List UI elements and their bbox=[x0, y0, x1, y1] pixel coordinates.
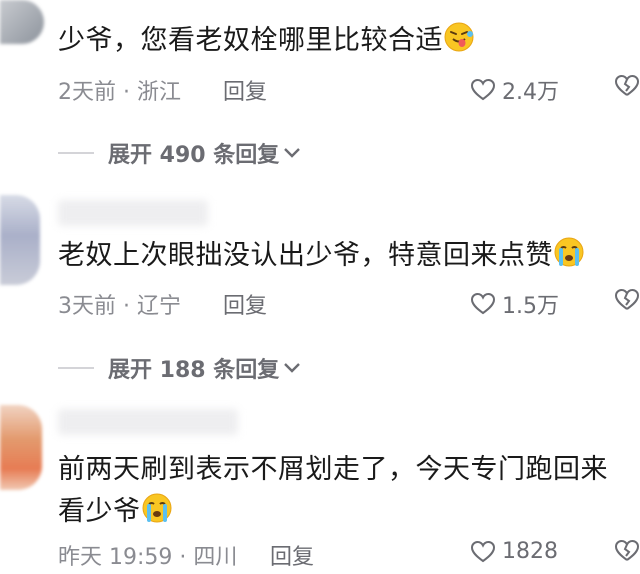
username-blurred[interactable] bbox=[58, 200, 208, 226]
chevron-down-icon bbox=[284, 148, 301, 158]
reply-button[interactable]: 回复 bbox=[223, 288, 267, 320]
heart-icon bbox=[470, 540, 496, 562]
comment-text-content: 老奴上次眼拙没认出少爷，特意回来点赞 bbox=[58, 240, 553, 271]
like-button[interactable]: 2.4万 bbox=[470, 74, 559, 106]
like-button[interactable]: 1828 bbox=[470, 539, 558, 564]
broken-heart-icon bbox=[614, 288, 640, 310]
comment-text: 老奴上次眼拙没认出少爷，特意回来点赞 bbox=[58, 235, 616, 277]
like-count: 1.5万 bbox=[502, 294, 559, 319]
tongue-wink-emoji-icon bbox=[444, 22, 474, 52]
heart-icon bbox=[470, 292, 496, 315]
comment-text: 少爷，您看老奴栓哪里比较合适 bbox=[58, 20, 616, 62]
comment-feed: 少爷，您看老奴栓哪里比较合适 2天前 · 浙江 回复 2.4万 展开 490 条… bbox=[0, 0, 640, 574]
comment-text-content: 看少爷 bbox=[58, 496, 141, 527]
expand-replies-label: 展开 490 条回复 bbox=[108, 143, 280, 168]
divider bbox=[58, 152, 94, 154]
crying-emoji-icon bbox=[554, 237, 584, 267]
reply-button[interactable]: 回复 bbox=[223, 74, 267, 106]
chevron-down-icon bbox=[284, 363, 301, 373]
avatar[interactable] bbox=[0, 195, 40, 285]
comment-item: 老奴上次眼拙没认出少爷，特意回来点赞 3天前 · 辽宁 回复 1.5万 展开 1… bbox=[0, 195, 640, 400]
comment-item: 前两天刷到表示不屑划走了，今天专门跑回来 看少爷 昨天 19:59 · 四川 回… bbox=[0, 405, 640, 574]
expand-replies-button[interactable]: 展开 188 条回复 bbox=[58, 353, 301, 383]
broken-heart-icon bbox=[614, 539, 640, 561]
like-count: 1828 bbox=[502, 539, 558, 564]
comment-item: 少爷，您看老奴栓哪里比较合适 2天前 · 浙江 回复 2.4万 展开 490 条… bbox=[0, 0, 640, 200]
broken-heart-icon bbox=[614, 74, 640, 96]
comment-time-location: 3天前 · 辽宁 bbox=[58, 294, 181, 319]
crying-emoji-icon bbox=[142, 493, 171, 523]
expand-replies-label: 展开 188 条回复 bbox=[108, 358, 280, 383]
comment-meta: 昨天 19:59 · 四川 回复 1828 bbox=[58, 539, 640, 571]
comment-text-line: 前两天刷到表示不屑划走了，今天专门跑回来 bbox=[58, 454, 608, 485]
avatar[interactable] bbox=[0, 0, 44, 44]
avatar[interactable] bbox=[0, 405, 42, 490]
comment-text: 前两天刷到表示不屑划走了，今天专门跑回来 看少爷 bbox=[58, 449, 616, 533]
like-count: 2.4万 bbox=[502, 80, 559, 105]
like-button[interactable]: 1.5万 bbox=[470, 288, 559, 320]
divider bbox=[58, 367, 94, 369]
comment-time-location: 2天前 · 浙江 bbox=[58, 80, 181, 105]
expand-replies-button[interactable]: 展开 490 条回复 bbox=[58, 138, 301, 168]
reply-button[interactable]: 回复 bbox=[270, 539, 314, 571]
dislike-button[interactable] bbox=[614, 74, 640, 104]
dislike-button[interactable] bbox=[614, 288, 640, 318]
comment-meta: 2天前 · 浙江 回复 2.4万 bbox=[58, 74, 640, 106]
comment-text-content: 少爷，您看老奴栓哪里比较合适 bbox=[58, 25, 443, 56]
comment-time-location: 昨天 19:59 · 四川 bbox=[58, 545, 238, 570]
comment-meta: 3天前 · 辽宁 回复 1.5万 bbox=[58, 288, 640, 320]
username-blurred[interactable] bbox=[58, 409, 238, 435]
dislike-button[interactable] bbox=[614, 539, 640, 569]
comment-text-line: 看少爷 bbox=[58, 491, 616, 533]
heart-icon bbox=[470, 78, 496, 101]
